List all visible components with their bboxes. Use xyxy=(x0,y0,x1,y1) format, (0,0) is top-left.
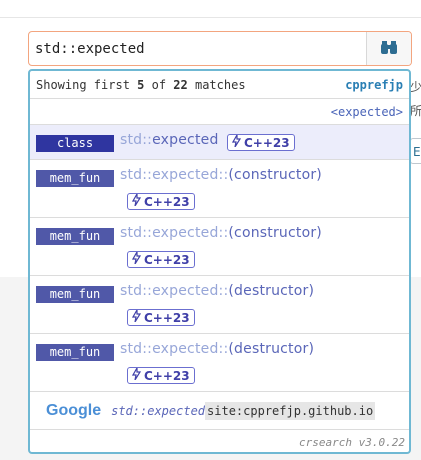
cpp-version-badge: C++23 xyxy=(127,307,195,326)
kind-badge: mem_fun xyxy=(36,344,114,361)
result-name: std::expected::(constructor) xyxy=(120,225,322,241)
lightning-icon xyxy=(131,365,142,383)
background-button[interactable]: E xyxy=(410,138,421,164)
search-results-panel: Showing first 5 of 22 matches cpprefjp <… xyxy=(28,69,411,454)
result-item[interactable]: mem_fun std::expected::(destructor) C++2… xyxy=(30,276,409,334)
lightning-icon xyxy=(131,191,142,209)
divider xyxy=(0,17,421,18)
search-input[interactable] xyxy=(29,32,366,65)
result-item[interactable]: class std::expected C++23 xyxy=(30,125,409,160)
result-name: std::expected::(constructor) xyxy=(120,167,322,183)
binoculars-icon xyxy=(380,38,398,60)
search-box xyxy=(28,31,412,66)
background-text: 少 xyxy=(410,80,421,94)
result-item[interactable]: mem_fun std::expected::(constructor) C++… xyxy=(30,218,409,276)
cpp-version-badge: C++23 xyxy=(127,365,195,384)
cpp-version-badge: C++23 xyxy=(127,191,195,210)
google-label: Google xyxy=(46,401,102,419)
header-link-row: <expected> xyxy=(30,99,409,125)
lightning-icon xyxy=(131,307,142,325)
kind-badge: mem_fun xyxy=(36,170,114,187)
results-summary: Showing first 5 of 22 matches xyxy=(36,77,246,92)
version-footer: crsearch v3.0.22 xyxy=(299,435,405,449)
result-name: std::expected xyxy=(120,132,219,148)
header-link[interactable]: <expected> xyxy=(331,105,403,119)
kind-badge: mem_fun xyxy=(36,228,114,245)
google-query: std::expected xyxy=(111,403,206,418)
lightning-icon xyxy=(131,249,142,267)
result-item[interactable]: mem_fun std::expected::(destructor) C++2… xyxy=(30,334,409,392)
brand-link[interactable]: cpprefjp xyxy=(345,78,403,92)
kind-badge: class xyxy=(36,135,114,152)
result-name: std::expected::(destructor) xyxy=(120,283,315,299)
cpp-version-badge: C++23 xyxy=(127,249,195,268)
google-search-link[interactable]: Google std::expected site:cpprefjp.githu… xyxy=(30,392,409,430)
results-header: Showing first 5 of 22 matches cpprefjp xyxy=(30,71,409,99)
cpp-version-badge: C++23 xyxy=(227,132,295,151)
result-name: std::expected::(destructor) xyxy=(120,341,315,357)
google-site-filter: site:cpprefjp.github.io xyxy=(205,401,376,420)
lightning-icon xyxy=(231,132,242,150)
background-text: 所 xyxy=(410,104,421,118)
kind-badge: mem_fun xyxy=(36,286,114,303)
result-item[interactable]: mem_fun std::expected::(constructor) C++… xyxy=(30,160,409,218)
search-button[interactable] xyxy=(366,32,411,65)
